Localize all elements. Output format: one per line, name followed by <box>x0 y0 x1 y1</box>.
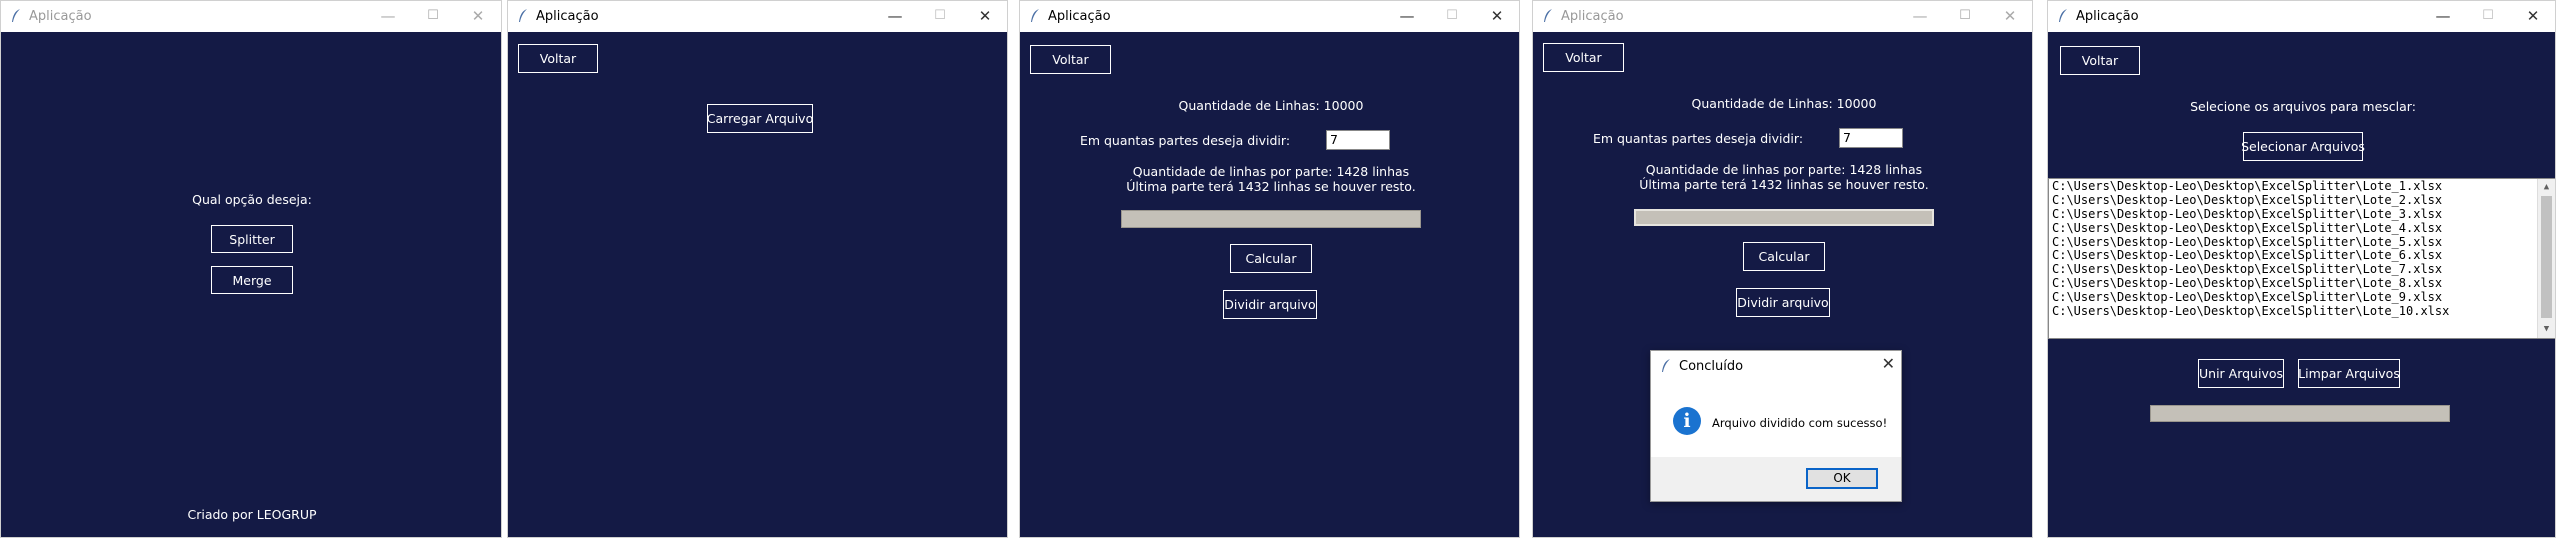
title-bar[interactable]: Aplicação — ☐ ✕ <box>1020 1 1519 32</box>
lines-per-part-label: Quantidade de linhas por parte: 1428 lin… <box>1132 164 1410 179</box>
calculate-button[interactable]: Calcular <box>1230 244 1312 273</box>
parts-label: Em quantas partes deseja dividir: <box>1079 133 1291 148</box>
app-window-merge: Aplicação — ☐ ✕ Voltar Selecione os arqu… <box>2047 0 2556 538</box>
window-client: Voltar Carregar Arquivo <box>508 32 1007 537</box>
feather-icon <box>1544 9 1552 22</box>
close-button[interactable]: ✕ <box>1997 5 2023 27</box>
close-button[interactable]: ✕ <box>972 5 998 27</box>
parts-input[interactable]: 7 <box>1326 130 1390 150</box>
file-list-item[interactable]: C:\Users\Desktop-Leo\Desktop\ExcelSplitt… <box>2049 193 2555 207</box>
back-button[interactable]: Voltar <box>1543 43 1624 72</box>
maximize-button[interactable]: ☐ <box>1439 5 1465 27</box>
credit-label: Criado por LEOGRUP <box>187 507 317 522</box>
clear-files-button[interactable]: Limpar Arquivos <box>2298 359 2400 388</box>
dialog-footer: OK <box>1651 457 1901 501</box>
line-count-label: Quantidade de Linhas: 10000 <box>1691 96 1877 111</box>
select-files-button[interactable]: Selecionar Arquivos <box>2241 132 2365 161</box>
file-list-item[interactable]: C:\Users\Desktop-Leo\Desktop\ExcelSplitt… <box>2049 207 2555 221</box>
window-title: Aplicação <box>536 9 599 24</box>
feather-icon <box>1662 359 1670 372</box>
back-button[interactable]: Voltar <box>518 44 598 73</box>
file-list-item[interactable]: C:\Users\Desktop-Leo\Desktop\ExcelSplitt… <box>2049 235 2555 249</box>
close-button[interactable]: ✕ <box>2520 5 2546 27</box>
merge-files-button[interactable]: Unir Arquivos <box>2198 359 2284 388</box>
select-prompt-label: Selecione os arquivos para mesclar: <box>2190 99 2416 114</box>
load-file-button[interactable]: Carregar Arquivo <box>707 104 813 133</box>
title-bar[interactable]: Aplicação — ☐ ✕ <box>508 1 1007 32</box>
progress-bar <box>1634 209 1934 226</box>
title-bar[interactable]: Aplicação — ☐ ✕ <box>2048 1 2555 32</box>
app-window-splitter: Aplicação — ☐ ✕ Voltar Quantidade de Lin… <box>1019 0 1520 538</box>
window-title: Aplicação <box>1561 9 1624 24</box>
file-list-item[interactable]: C:\Users\Desktop-Leo\Desktop\ExcelSplitt… <box>2049 304 2555 318</box>
minimize-button[interactable]: — <box>375 5 401 27</box>
feather-icon <box>1031 9 1039 22</box>
dialog-message: Arquivo dividido com sucesso! <box>1712 416 1888 430</box>
parts-input[interactable]: 7 <box>1839 128 1903 148</box>
file-list-item[interactable]: C:\Users\Desktop-Leo\Desktop\ExcelSplitt… <box>2049 290 2555 304</box>
window-title: Aplicação <box>29 9 92 24</box>
calculate-button[interactable]: Calcular <box>1743 242 1825 271</box>
window-client: Qual opção deseja: Splitter Merge Criado… <box>1 32 501 537</box>
last-part-label: Última parte terá 1432 linhas se houver … <box>1126 179 1416 194</box>
file-list-item[interactable]: C:\Users\Desktop-Leo\Desktop\ExcelSplitt… <box>2049 262 2555 276</box>
last-part-label: Última parte terá 1432 linhas se houver … <box>1639 177 1929 192</box>
window-client: Voltar Selecione os arquivos para mescla… <box>2048 32 2555 537</box>
maximize-button[interactable]: ☐ <box>1952 5 1978 27</box>
close-button[interactable]: ✕ <box>1484 5 1510 27</box>
maximize-button[interactable]: ☐ <box>2475 5 2501 27</box>
file-list-item[interactable]: C:\Users\Desktop-Leo\Desktop\ExcelSplitt… <box>2049 221 2555 235</box>
parts-label: Em quantas partes deseja dividir: <box>1592 131 1804 146</box>
title-bar[interactable]: Aplicação — ☐ ✕ <box>1 1 501 32</box>
minimize-button[interactable]: — <box>882 5 908 27</box>
minimize-button[interactable]: — <box>1394 5 1420 27</box>
window-client: Voltar Quantidade de Linhas: 10000 Em qu… <box>1020 32 1519 537</box>
dialog-close-button[interactable]: ✕ <box>1882 354 1895 373</box>
file-list: C:\Users\Desktop-Leo\Desktop\ExcelSplitt… <box>2049 179 2555 318</box>
info-icon: i <box>1673 407 1701 435</box>
feather-icon <box>2059 9 2067 22</box>
splitter-button[interactable]: Splitter <box>211 225 293 253</box>
completion-dialog: Concluído ✕ i Arquivo dividido com suces… <box>1650 350 1902 502</box>
maximize-button[interactable]: ☐ <box>420 5 446 27</box>
maximize-button[interactable]: ☐ <box>927 5 953 27</box>
back-button[interactable]: Voltar <box>2060 46 2140 75</box>
file-list-item[interactable]: C:\Users\Desktop-Leo\Desktop\ExcelSplitt… <box>2049 179 2555 193</box>
scroll-up-icon[interactable]: ▲ <box>2538 179 2555 196</box>
scroll-down-icon[interactable]: ▼ <box>2538 321 2555 338</box>
window-title: Aplicação <box>1048 9 1111 24</box>
close-button[interactable]: ✕ <box>465 5 491 27</box>
lines-per-part-label: Quantidade de linhas por parte: 1428 lin… <box>1645 162 1923 177</box>
line-count-label: Quantidade de Linhas: 10000 <box>1178 98 1364 113</box>
split-file-button[interactable]: Dividir arquivo <box>1223 290 1317 319</box>
app-window-menu: Aplicação — ☐ ✕ Qual opção deseja: Split… <box>0 0 502 538</box>
merge-button[interactable]: Merge <box>211 266 293 294</box>
progress-bar <box>2150 405 2450 422</box>
app-window-load: Aplicação — ☐ ✕ Voltar Carregar Arquivo <box>507 0 1008 538</box>
minimize-button[interactable]: — <box>2430 5 2456 27</box>
ok-button[interactable]: OK <box>1806 468 1878 489</box>
dialog-title: Concluído <box>1679 359 1744 374</box>
option-question: Qual opção deseja: <box>192 192 312 207</box>
file-list-item[interactable]: C:\Users\Desktop-Leo\Desktop\ExcelSplitt… <box>2049 276 2555 290</box>
file-listbox[interactable]: C:\Users\Desktop-Leo\Desktop\ExcelSplitt… <box>2048 178 2555 339</box>
window-title: Aplicação <box>2076 9 2139 24</box>
title-bar[interactable]: Aplicação — ☐ ✕ <box>1533 1 2032 32</box>
minimize-button[interactable]: — <box>1907 5 1933 27</box>
scroll-thumb[interactable] <box>2541 196 2552 318</box>
progress-bar <box>1121 210 1421 228</box>
feather-icon <box>519 9 527 22</box>
back-button[interactable]: Voltar <box>1030 45 1111 74</box>
scrollbar[interactable]: ▲ ▼ <box>2537 179 2555 338</box>
file-list-item[interactable]: C:\Users\Desktop-Leo\Desktop\ExcelSplitt… <box>2049 248 2555 263</box>
feather-icon <box>12 9 20 22</box>
split-file-button[interactable]: Dividir arquivo <box>1736 288 1830 317</box>
